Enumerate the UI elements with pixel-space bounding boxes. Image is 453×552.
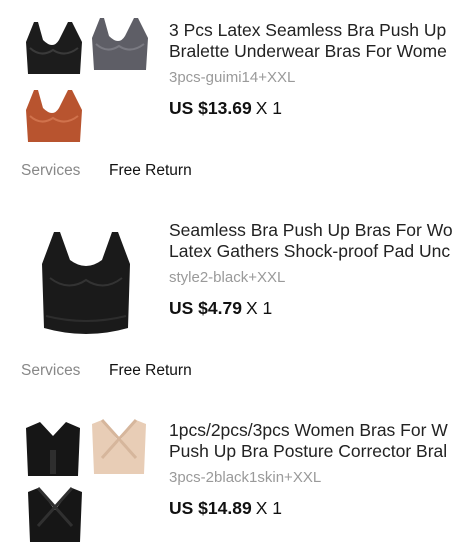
product-quantity: X 1 [255,498,282,518]
services-label: Services [21,362,81,379]
product-thumbnail[interactable] [20,216,152,348]
order-item[interactable]: 1pcs/2pcs/3pcs Women Bras For W Push Up … [0,412,453,552]
posture-bra-3pcs-image [26,418,146,542]
product-price: US $14.89 [169,498,252,518]
free-return-label[interactable]: Free Return [109,160,192,182]
product-variant: 3pcs-guimi14+XXL [169,69,296,86]
product-variant: style2-black+XXL [169,269,286,286]
product-thumbnail[interactable] [20,416,152,548]
product-price: US $13.69 [169,98,252,118]
product-quantity: X 1 [245,298,273,318]
product-title-line2[interactable]: Push Up Bra Posture Corrector Bral [169,441,453,462]
product-title-line2[interactable]: Latex Gathers Shock-proof Pad Unc [169,241,453,262]
order-item[interactable]: Seamless Bra Push Up Bras For Wo Latex G… [0,212,453,348]
bra-3pcs-image [26,18,148,142]
order-item[interactable]: 3 Pcs Latex Seamless Bra Push Up Bralett… [0,12,453,148]
product-thumbnail[interactable] [20,16,152,148]
product-quantity: X 1 [255,98,282,118]
services-row: Services Free Return [0,160,453,182]
services-row: Services Free Return [0,360,453,382]
bra-black-image [42,232,130,334]
bra-black-front-image [26,422,80,476]
product-variant: 3pcs-2black1skin+XXL [169,469,322,486]
bra-terracotta-image [26,90,82,142]
product-title-line1[interactable]: 3 Pcs Latex Seamless Bra Push Up [169,20,453,41]
price-row: US $13.69 X 1 [169,97,453,119]
product-title-line1[interactable]: Seamless Bra Push Up Bras For Wo [169,220,453,241]
bra-grey-image [92,18,148,70]
bra-skin-back-image [92,418,146,474]
product-title-line1[interactable]: 1pcs/2pcs/3pcs Women Bras For W [169,420,453,441]
bra-black-back-image [28,486,82,542]
services-label: Services [21,162,81,179]
bra-black-image [26,22,82,74]
free-return-label[interactable]: Free Return [109,360,192,382]
product-price: US $4.79 [169,298,242,318]
product-title-line2[interactable]: Bralette Underwear Bras For Wome [169,41,453,62]
price-row: US $4.79 X 1 [169,297,453,319]
price-row: US $14.89 X 1 [169,497,453,519]
